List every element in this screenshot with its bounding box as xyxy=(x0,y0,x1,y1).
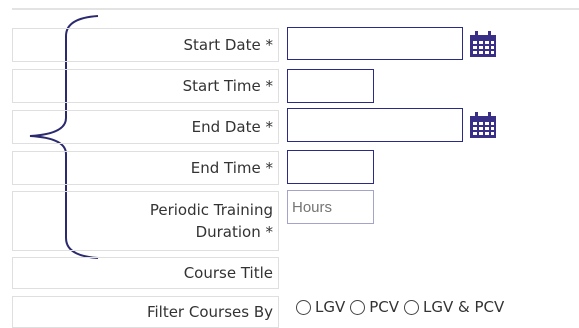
radio-lgv-pcv[interactable]: LGV & PCV xyxy=(404,298,504,316)
course-title-label: Course Title xyxy=(12,257,279,289)
radio-circle-icon[interactable] xyxy=(296,299,311,315)
start-date-input[interactable] xyxy=(287,27,463,60)
filter-courses-label: Filter Courses By xyxy=(12,296,279,328)
periodic-training-duration-label: Periodic Training Duration * xyxy=(12,191,279,251)
radio-lgv[interactable]: LGV xyxy=(296,298,345,316)
end-date-input[interactable] xyxy=(287,108,463,142)
start-date-label: Start Date * xyxy=(12,28,279,62)
filter-radio-group: LGV PCV LGV & PCV xyxy=(296,298,509,316)
calendar-icon[interactable] xyxy=(467,29,499,59)
radio-circle-icon[interactable] xyxy=(404,299,420,315)
start-time-input[interactable] xyxy=(287,69,374,103)
calendar-icon[interactable] xyxy=(467,110,499,140)
top-divider xyxy=(12,8,579,10)
end-time-input[interactable] xyxy=(287,150,374,184)
hours-input[interactable] xyxy=(287,190,374,224)
radio-pcv[interactable]: PCV xyxy=(350,298,399,316)
start-time-label: Start Time * xyxy=(12,69,279,103)
radio-circle-icon[interactable] xyxy=(350,299,366,315)
end-date-label: End Date * xyxy=(12,110,279,144)
end-time-label: End Time * xyxy=(12,151,279,185)
